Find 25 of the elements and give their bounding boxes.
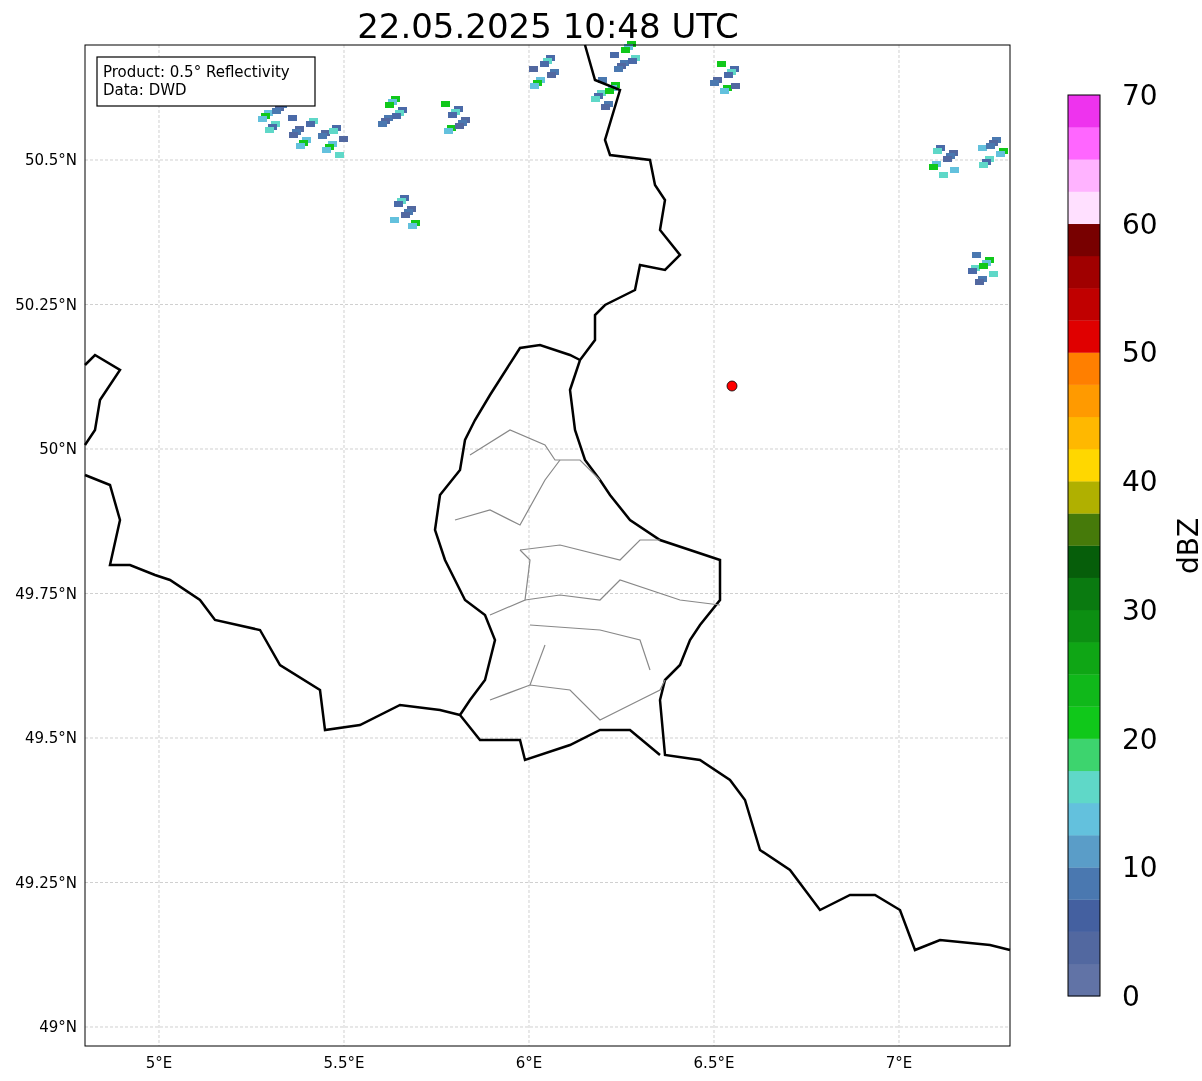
colorbar-tick-label: 0 (1122, 980, 1140, 1013)
colorbar-tick-label: 60 (1122, 207, 1158, 241)
latitude-label: 49.5°N (24, 729, 77, 747)
longitude-label: 5.5°E (323, 1054, 365, 1072)
longitude-label: 6.5°E (693, 1054, 735, 1072)
longitude-label: 7°E (885, 1054, 913, 1072)
colorbar-tick-label: 30 (1122, 593, 1158, 627)
latitude-label: 50°N (39, 440, 77, 458)
legend-text: Product: 0.5° Reflectivity (103, 63, 290, 81)
longitude-label: 6°E (515, 1054, 543, 1072)
latitude-label: 49.25°N (15, 873, 77, 892)
colorbar-tick-label: 50 (1122, 336, 1158, 370)
colorbar-tick-label: 40 (1122, 465, 1158, 499)
colorbar-tick-label: 10 (1122, 851, 1158, 885)
colorbar-tick-label: 70 (1122, 79, 1158, 112)
latitude-label: 50.25°N (15, 295, 77, 314)
radar-site-marker (726, 380, 738, 392)
latitude-label: 49.75°N (15, 584, 77, 603)
latitude-label: 50.5°N (24, 151, 77, 169)
colorbar-label: dBZ (1172, 517, 1202, 575)
latitude-label: 49°N (39, 1018, 77, 1036)
legend-text: Data: DWD (103, 81, 187, 99)
longitude-label: 5°E (145, 1054, 173, 1072)
chart-title: 22.05.2025 10:48 UTC (357, 6, 739, 46)
colorbar-tick-label: 20 (1122, 722, 1158, 756)
